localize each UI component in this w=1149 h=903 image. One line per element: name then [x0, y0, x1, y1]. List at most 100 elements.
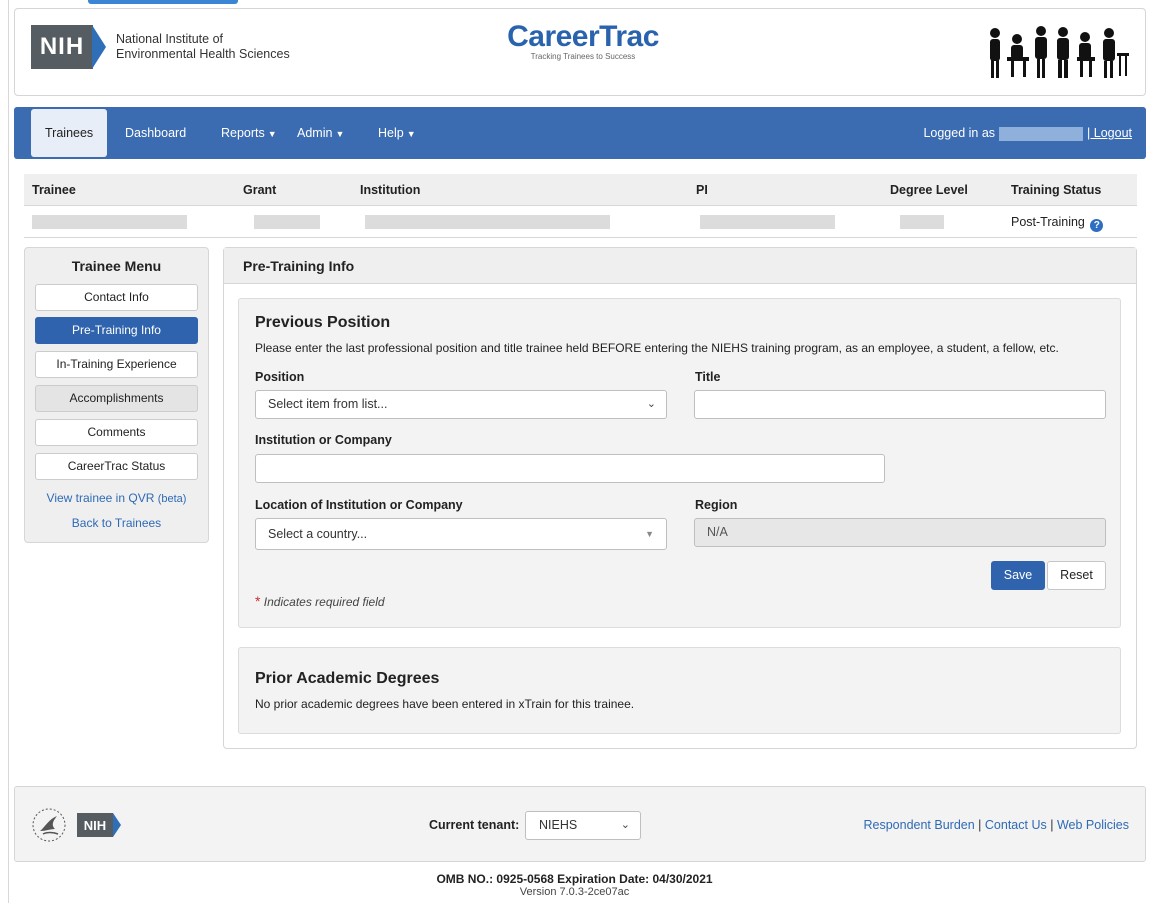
- tenant-select-value: NIEHS: [539, 818, 578, 832]
- redacted-degree-level: [900, 215, 944, 229]
- nih-logo[interactable]: NIH National Institute of Environmental …: [31, 25, 290, 69]
- qvr-beta-tag: (beta): [157, 493, 187, 505]
- trainee-menu-title: Trainee Menu: [71, 258, 162, 274]
- table-row: Post-Training ?: [24, 206, 1137, 238]
- hhs-eagle-icon[interactable]: [31, 807, 67, 843]
- redacted-username: [999, 126, 1084, 141]
- institution-input[interactable]: [255, 454, 885, 483]
- redacted-trainee: [32, 215, 187, 229]
- site-footer: NIH Current tenant: NIEHS ⌄ Respondent B…: [14, 786, 1146, 862]
- redacted-pi: [700, 215, 835, 229]
- col-header-institution: Institution: [360, 183, 421, 197]
- chevron-down-icon: ⌄: [646, 398, 656, 410]
- redacted-grant: [254, 215, 320, 229]
- table-header-row: Trainee Grant Institution PI Degree Leve…: [24, 174, 1137, 206]
- trainee-menu: Trainee Menu Contact Info Pre-Training I…: [24, 247, 209, 543]
- prior-degrees-description: No prior academic degrees have been ente…: [255, 697, 635, 711]
- institute-name-line1: National Institute of: [116, 32, 224, 46]
- prior-degrees-card: Prior Academic Degrees No prior academic…: [238, 647, 1121, 734]
- menu-in-training-experience[interactable]: In-Training Experience: [35, 351, 198, 378]
- web-policies-link[interactable]: Web Policies: [1057, 818, 1129, 832]
- nav-admin-label: Admin: [297, 126, 333, 140]
- nav-help[interactable]: Help ▼: [378, 107, 416, 159]
- link-separator: |: [978, 818, 982, 832]
- menu-pre-training-info[interactable]: Pre-Training Info: [35, 317, 198, 344]
- caret-down-icon: ▼: [406, 129, 416, 139]
- col-header-degree-level: Degree Level: [890, 183, 968, 197]
- country-select[interactable]: Select a country... ▼: [255, 518, 667, 550]
- menu-comments[interactable]: Comments: [35, 419, 198, 446]
- main-nav: Trainees Dashboard Reports ▼ Admin ▼ Help ▼…: [14, 107, 1146, 159]
- country-select-value: Select a country...: [268, 527, 368, 541]
- app-title: CareerTrac: [507, 20, 659, 53]
- link-separator: |: [1050, 818, 1054, 832]
- chevron-down-icon: ⌄: [620, 819, 630, 831]
- required-asterisk: *: [255, 593, 261, 609]
- site-header: NIH National Institute of Environmental …: [14, 8, 1146, 96]
- omb-info: OMB NO.: 0925-0568 Expiration Date: 04/3…: [436, 872, 713, 886]
- panel-title: Pre-Training Info: [224, 248, 1136, 284]
- nih-footer-logo[interactable]: NIH: [77, 813, 121, 837]
- caret-down-icon: ▼: [645, 529, 654, 539]
- required-field-note: * Indicates required field: [255, 593, 385, 609]
- location-label: Location of Institution or Company: [255, 498, 463, 512]
- title-label: Title: [695, 370, 721, 384]
- region-label: Region: [695, 498, 738, 512]
- previous-position-description: Please enter the last professional posit…: [255, 341, 1059, 355]
- position-select-value: Select item from list...: [268, 397, 388, 411]
- save-button[interactable]: Save: [991, 561, 1045, 590]
- nav-trainees[interactable]: Trainees: [31, 109, 108, 157]
- institute-name: National Institute of Environmental Heal…: [116, 32, 290, 62]
- nav-reports[interactable]: Reports ▼: [221, 107, 277, 159]
- position-select[interactable]: Select item from list... ⌄: [255, 390, 667, 419]
- caret-down-icon: ▼: [267, 129, 277, 139]
- training-status: Post-Training ?: [1011, 206, 1104, 238]
- logout-link[interactable]: | Logout: [1087, 126, 1132, 140]
- people-silhouettes-icon: [990, 26, 1129, 78]
- qvr-link-label: View trainee in QVR: [46, 491, 155, 505]
- required-note-text: Indicates required field: [263, 595, 385, 609]
- menu-contact-info[interactable]: Contact Info: [35, 284, 198, 311]
- pre-training-panel: Pre-Training Info Previous Position Plea…: [223, 247, 1137, 749]
- redacted-institution: [365, 215, 610, 229]
- menu-careertrac-status[interactable]: CareerTrac Status: [35, 453, 198, 480]
- nih-chevron-icon: [113, 813, 121, 837]
- title-input[interactable]: [694, 390, 1106, 419]
- app-tagline: Tracking Trainees to Success: [530, 52, 636, 61]
- nih-chevron-icon: [92, 25, 106, 69]
- help-question-icon[interactable]: ?: [1090, 219, 1104, 232]
- menu-accomplishments[interactable]: Accomplishments: [35, 385, 198, 412]
- page-frame-line: [8, 0, 9, 903]
- tenant-label: Current tenant:: [429, 818, 520, 832]
- nih-footer-mark: NIH: [77, 813, 113, 837]
- previous-position-title: Previous Position: [255, 314, 391, 331]
- login-status: Logged in as | Logout: [923, 107, 1132, 159]
- version-info: Version 7.0.3-2ce07ac: [519, 886, 630, 898]
- col-header-training-status: Training Status: [1011, 183, 1102, 197]
- nav-admin[interactable]: Admin ▼: [297, 107, 344, 159]
- nav-dashboard[interactable]: Dashboard: [125, 107, 186, 159]
- view-trainee-qvr-link[interactable]: View trainee in QVR (beta): [25, 491, 208, 505]
- institute-name-line2: Environmental Health Sciences: [116, 47, 290, 61]
- trainee-summary-table: Trainee Grant Institution PI Degree Leve…: [24, 174, 1137, 238]
- position-label: Position: [255, 370, 305, 384]
- careertrac-logo[interactable]: CareerTrac Tracking Trainees to Success: [501, 20, 665, 62]
- col-header-grant: Grant: [243, 183, 277, 197]
- region-field: N/A: [694, 518, 1106, 547]
- top-accent-bar: [88, 0, 238, 4]
- back-to-trainees-link[interactable]: Back to Trainees: [25, 516, 208, 530]
- prior-degrees-title: Prior Academic Degrees: [255, 670, 440, 687]
- tenant-select[interactable]: NIEHS ⌄: [525, 811, 641, 840]
- respondent-burden-link[interactable]: Respondent Burden: [863, 818, 974, 832]
- reset-button[interactable]: Reset: [1047, 561, 1106, 590]
- training-status-value: Post-Training: [1011, 215, 1085, 229]
- nih-logo-mark: NIH: [31, 25, 93, 69]
- logged-in-label: Logged in as: [923, 126, 996, 140]
- nav-reports-label: Reports: [221, 126, 265, 140]
- caret-down-icon: ▼: [335, 129, 345, 139]
- previous-position-card: Previous Position Please enter the last …: [238, 298, 1121, 628]
- contact-us-link[interactable]: Contact Us: [985, 818, 1047, 832]
- col-header-pi: PI: [696, 183, 708, 197]
- nav-help-label: Help: [378, 126, 404, 140]
- col-header-trainee: Trainee: [32, 183, 76, 197]
